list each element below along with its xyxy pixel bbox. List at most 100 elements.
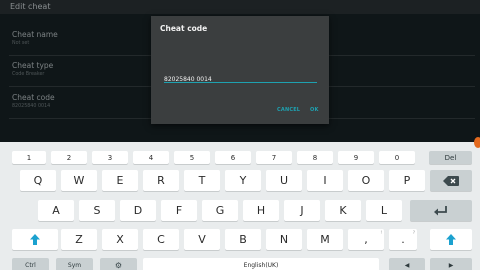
key-label: 8 (312, 153, 318, 162)
key-e[interactable]: E (102, 170, 138, 191)
key-z[interactable]: Z (61, 229, 97, 250)
key-label: M (320, 233, 330, 246)
app-toolbar: Edit cheat (0, 0, 480, 14)
key-b[interactable]: B (225, 229, 261, 250)
settings-key[interactable]: ⚙ (100, 258, 137, 270)
key-label: Ctrl (25, 261, 36, 269)
key-q[interactable]: Q (20, 170, 56, 191)
key-5[interactable]: 5 (174, 151, 210, 164)
field-value: Not set (12, 41, 30, 46)
field-cheat-name[interactable]: Cheat name Not set (12, 30, 58, 46)
key-8[interactable]: 8 (297, 151, 333, 164)
delete-key[interactable]: Del (429, 151, 472, 164)
field-label: Cheat type (12, 61, 54, 70)
space-key[interactable]: English(UK) (143, 258, 379, 270)
key-label: Del (444, 153, 457, 162)
key-label: 7 (271, 153, 277, 162)
key-g[interactable]: G (202, 200, 238, 221)
field-cheat-code[interactable]: Cheat code 82025840 0014 (12, 93, 55, 109)
ok-button[interactable]: OK (310, 107, 319, 113)
key-label: U (279, 174, 289, 187)
key-3[interactable]: 3 (92, 151, 128, 164)
key-v[interactable]: V (184, 229, 220, 250)
key-label: Sym (67, 261, 82, 269)
field-label: Cheat name (12, 30, 58, 39)
key-6[interactable]: 6 (215, 151, 251, 164)
key-o[interactable]: O (348, 170, 384, 191)
key-j[interactable]: J (284, 200, 320, 221)
key-sublabel: ? (412, 230, 415, 235)
key-label: B (239, 233, 247, 246)
cheat-code-input[interactable] (164, 72, 315, 86)
cancel-button[interactable]: CANCEL (277, 107, 300, 113)
key-label: 9 (353, 153, 359, 162)
key-label: O (361, 174, 371, 187)
shift-key-right[interactable] (430, 229, 472, 250)
key-l[interactable]: L (366, 200, 402, 221)
key-label: L (380, 204, 388, 217)
shift-icon (446, 234, 456, 245)
key-i[interactable]: I (307, 170, 343, 191)
key-w[interactable]: W (61, 170, 97, 191)
key-t[interactable]: T (184, 170, 220, 191)
key-label: D (133, 204, 143, 217)
key-f[interactable]: F (161, 200, 197, 221)
field-cheat-type[interactable]: Cheat type Code Breaker (12, 61, 53, 77)
key-k[interactable]: K (325, 200, 361, 221)
key-label: 6 (230, 153, 236, 162)
floating-handle[interactable] (474, 137, 480, 148)
field-label: Cheat code (12, 93, 55, 102)
key-label: C (157, 233, 165, 246)
key-p[interactable]: P (389, 170, 425, 191)
key-label: Z (75, 233, 83, 246)
gear-icon: ⚙ (114, 260, 123, 270)
dialog-title: Cheat code (160, 24, 208, 33)
key-r[interactable]: R (143, 170, 179, 191)
key-d[interactable]: D (120, 200, 156, 221)
enter-icon (434, 205, 447, 215)
input-underline (164, 82, 317, 83)
key-0[interactable]: 0 (379, 151, 415, 164)
enter-key[interactable] (410, 200, 472, 221)
key-label: I (323, 174, 327, 187)
key-label: N (279, 233, 289, 246)
key-x[interactable]: X (102, 229, 138, 250)
field-value: Code Breaker (12, 72, 45, 77)
key-label: 5 (189, 153, 195, 162)
sym-key[interactable]: Sym (56, 258, 93, 270)
shift-key-left[interactable] (12, 229, 58, 250)
cheat-code-dialog: Cheat code CANCEL OK (151, 16, 329, 124)
right-arrow-icon: ▶ (448, 261, 454, 269)
key-period[interactable]: . ? (389, 229, 417, 250)
key-label: X (116, 233, 124, 246)
on-screen-keyboard: 1 2 3 4 5 6 7 8 9 0 Del Q W E R T Y U I … (0, 142, 480, 270)
key-4[interactable]: 4 (133, 151, 169, 164)
key-label: Q (33, 174, 43, 187)
right-arrow-key[interactable]: ▶ (430, 258, 472, 270)
key-label: , (364, 233, 368, 246)
backspace-key[interactable] (430, 170, 472, 191)
key-7[interactable]: 7 (256, 151, 292, 164)
key-h[interactable]: H (243, 200, 279, 221)
key-2[interactable]: 2 (51, 151, 87, 164)
key-label: J (300, 204, 304, 217)
key-label: Y (239, 174, 247, 187)
key-label: H (256, 204, 266, 217)
key-c[interactable]: C (143, 229, 179, 250)
key-label: K (339, 204, 347, 217)
space-key-label: English(UK) (243, 261, 279, 269)
key-label: 1 (26, 153, 32, 162)
key-u[interactable]: U (266, 170, 302, 191)
field-value: 82025840 0014 (12, 104, 51, 109)
left-arrow-key[interactable]: ◀ (389, 258, 425, 270)
key-n[interactable]: N (266, 229, 302, 250)
key-1[interactable]: 1 (12, 151, 46, 164)
key-m[interactable]: M (307, 229, 343, 250)
key-comma[interactable]: , ! (348, 229, 384, 250)
key-y[interactable]: Y (225, 170, 261, 191)
key-label: R (157, 174, 165, 187)
ctrl-key[interactable]: Ctrl (12, 258, 49, 270)
key-a[interactable]: A (38, 200, 74, 221)
key-9[interactable]: 9 (338, 151, 374, 164)
key-s[interactable]: S (79, 200, 115, 221)
